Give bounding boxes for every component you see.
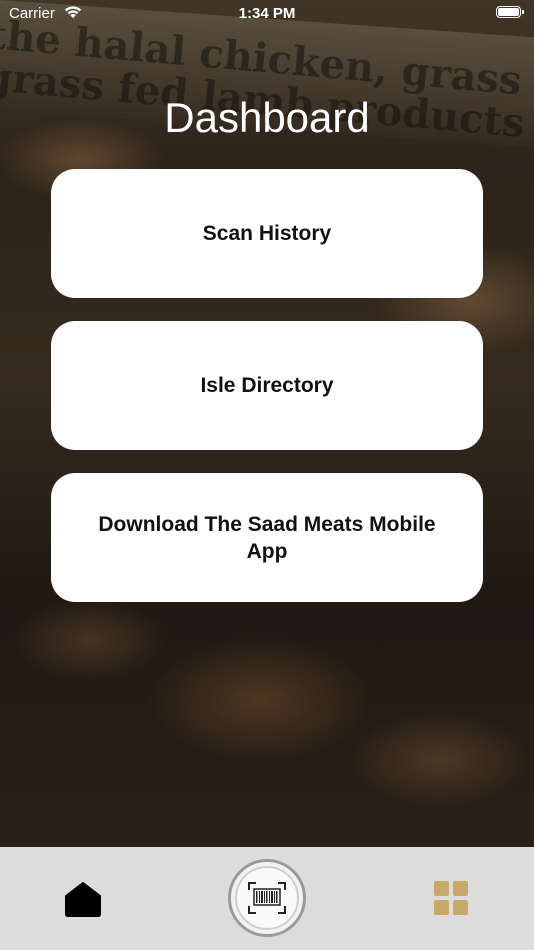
scan-button[interactable] (228, 859, 306, 937)
home-icon[interactable] (64, 881, 102, 917)
download-app-label: Download The Saad Meats Mobile App (98, 512, 436, 563)
scan-history-label: Scan History (202, 222, 332, 245)
battery-icon (496, 6, 524, 18)
download-app-button[interactable]: Download The Saad Meats Mobile App (51, 473, 483, 602)
scan-history-button[interactable]: Scan History (51, 169, 483, 298)
barcode-scan-icon (248, 882, 286, 914)
scan-button-inner (235, 866, 299, 930)
isle-directory-button[interactable]: Isle Directory (51, 321, 483, 450)
isle-directory-label: Isle Directory (200, 374, 334, 397)
grid-icon[interactable] (434, 881, 468, 915)
status-bar: Carrier 1:34 PM (0, 0, 534, 28)
page-title: Dashboard (164, 94, 370, 141)
clock: 1:34 PM (238, 5, 296, 22)
tab-bar (0, 847, 534, 950)
